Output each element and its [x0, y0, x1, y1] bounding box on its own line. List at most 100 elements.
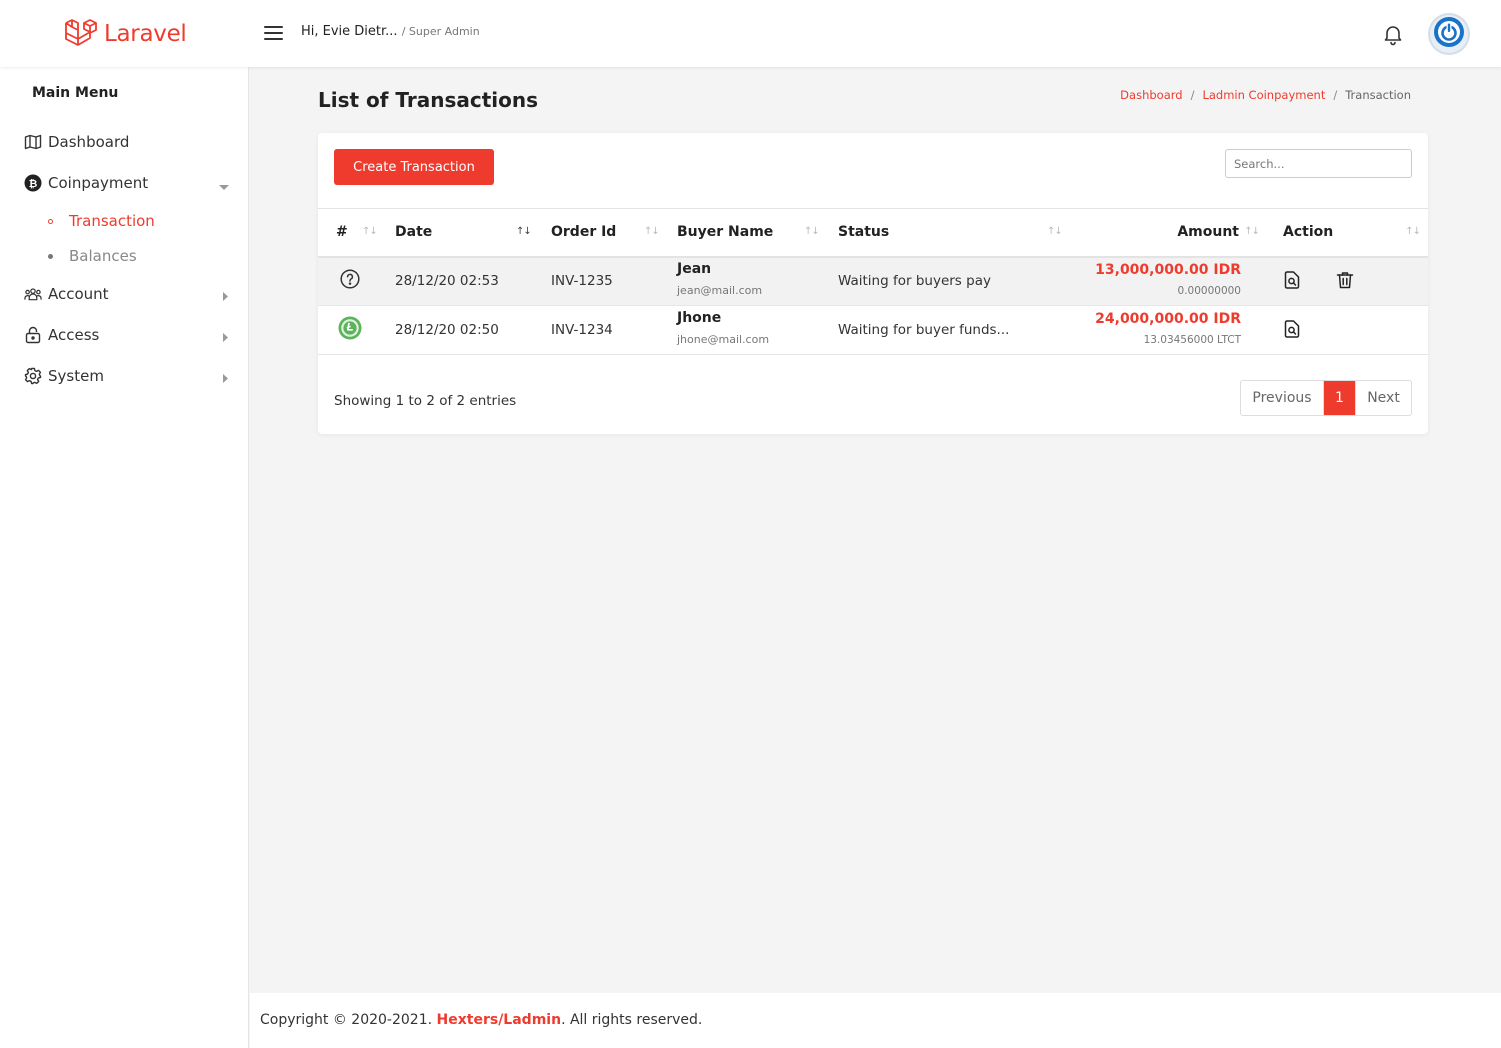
- column-label: Buyer Name: [677, 224, 774, 241]
- copyright-suffix: . All rights reserved.: [561, 1012, 703, 1028]
- buyer-email: jean@mail.com: [677, 284, 763, 298]
- question-circle-icon: [340, 269, 360, 293]
- view-detail-icon[interactable]: [1280, 317, 1304, 341]
- amount-cell: 13,000,000.00 IDR 0.00000000: [1066, 257, 1265, 306]
- sidebar-item-label: Account: [48, 285, 109, 303]
- sidebar-item-coinpayment[interactable]: ₿ Coinpayment: [24, 171, 229, 195]
- breadcrumb-separator: /: [1190, 88, 1195, 102]
- breadcrumb-current: Transaction: [1345, 88, 1411, 102]
- table-info: Showing 1 to 2 of 2 entries: [334, 393, 517, 409]
- buyer-cell: Jean jean@mail.com: [661, 257, 822, 306]
- trash-icon[interactable]: [1333, 268, 1357, 292]
- amount-fiat: 24,000,000.00 IDR: [1095, 310, 1241, 327]
- column-header-number[interactable]: # ↑↓: [318, 209, 379, 257]
- svg-text:₿: ₿: [29, 178, 38, 190]
- sort-desc-icon: ↑↓: [516, 226, 532, 237]
- brand-name: Laravel: [104, 21, 187, 47]
- column-label: Amount: [1177, 224, 1239, 241]
- sidebar-subitem-label: Transaction: [69, 212, 155, 230]
- footer-brand-link[interactable]: Hexters/Ladmin: [437, 1012, 562, 1028]
- hamburger-icon[interactable]: [264, 25, 283, 41]
- column-label: Order Id: [551, 224, 617, 241]
- sort-icon: ↑↓: [644, 226, 660, 237]
- breadcrumb-ladmin-coinpayment[interactable]: Ladmin Coinpayment: [1202, 88, 1325, 102]
- top-navbar: Laravel Hi, Evie Dietr... / Super Admin: [0, 0, 1501, 67]
- column-header-action[interactable]: Action ↑↓: [1265, 209, 1428, 257]
- next-page-button[interactable]: Next: [1355, 381, 1411, 415]
- amount-crypto: 0.00000000: [1177, 284, 1241, 297]
- caret-down-icon: [219, 179, 229, 195]
- column-label: #: [336, 224, 348, 241]
- column-label: Action: [1283, 224, 1334, 241]
- action-cell: [1265, 306, 1428, 355]
- amount-crypto: 13.03456000 LTCT: [1143, 333, 1241, 346]
- transaction-status: Waiting for buyer funds...: [838, 322, 1010, 338]
- search-input[interactable]: [1225, 149, 1412, 178]
- transaction-order-id: INV-1234: [551, 322, 613, 338]
- users-icon: [24, 285, 42, 303]
- view-detail-icon[interactable]: [1280, 268, 1304, 292]
- column-header-buyer-name[interactable]: Buyer Name ↑↓: [661, 209, 822, 257]
- sidebar-subitem-label: Balances: [69, 247, 137, 265]
- page-1-button[interactable]: 1: [1324, 381, 1355, 415]
- brand-logo[interactable]: Laravel: [63, 15, 187, 53]
- sidebar-item-label: Dashboard: [48, 133, 130, 151]
- user-role: / Super Admin: [401, 25, 480, 38]
- litecoin-icon: [338, 316, 362, 344]
- buyer-name: Jean: [677, 261, 712, 278]
- page-title: List of Transactions: [318, 88, 539, 112]
- active-dot-icon: [48, 218, 53, 224]
- buyer-name: Jhone: [677, 310, 722, 326]
- sort-icon: ↑↓: [1244, 226, 1260, 237]
- greeting-text: Hi, Evie Dietr...: [301, 24, 398, 39]
- sidebar-item-label: Access: [48, 326, 100, 344]
- sidebar-item-access[interactable]: Access: [24, 323, 229, 347]
- sidebar-item-dashboard[interactable]: Dashboard: [24, 130, 229, 154]
- sort-icon: ↑↓: [362, 226, 378, 237]
- buyer-email: jhone@mail.com: [677, 333, 770, 346]
- transaction-status: Waiting for buyers pay: [838, 273, 991, 290]
- previous-page-button[interactable]: Previous: [1241, 381, 1324, 415]
- amount-fiat: 13,000,000.00 IDR: [1095, 261, 1241, 278]
- sidebar-item-system[interactable]: System: [24, 364, 229, 388]
- breadcrumb-dashboard[interactable]: Dashboard: [1120, 88, 1182, 102]
- map-icon: [24, 133, 42, 151]
- sidebar-item-label: System: [48, 367, 104, 385]
- power-icon: [1433, 16, 1465, 52]
- sort-icon: ↑↓: [1405, 226, 1421, 237]
- table-row: 28/12/20 02:53 INV-1235 Jean jean@mail.c…: [318, 256, 1428, 306]
- column-header-date[interactable]: Date ↑↓: [379, 209, 535, 257]
- sidebar-item-label: Coinpayment: [48, 174, 149, 192]
- buyer-cell: Jhone jhone@mail.com: [661, 306, 822, 355]
- table-row: 28/12/20 02:50 INV-1234 Jhone jhone@mail…: [318, 306, 1428, 355]
- transaction-date: 28/12/20 02:50: [395, 322, 499, 338]
- laravel-logo-icon: [63, 15, 97, 53]
- column-header-order-id[interactable]: Order Id ↑↓: [535, 209, 661, 257]
- sidebar-subitem-transaction[interactable]: Transaction: [48, 210, 155, 232]
- gear-icon: [24, 367, 42, 385]
- create-transaction-button[interactable]: Create Transaction: [334, 149, 494, 185]
- lock-icon: [24, 326, 42, 344]
- column-header-amount[interactable]: Amount ↑↓: [1066, 209, 1265, 257]
- sidebar-subitem-balances[interactable]: Balances: [48, 245, 137, 267]
- bullet-dot-icon: [48, 253, 53, 259]
- sidebar-item-account[interactable]: Account: [24, 282, 229, 306]
- action-cell: [1265, 257, 1428, 306]
- pagination: Previous 1 Next: [1240, 380, 1412, 416]
- column-label: Status: [838, 224, 890, 241]
- caret-right-icon: [223, 330, 229, 346]
- bell-icon[interactable]: [1381, 22, 1405, 46]
- breadcrumb: Dashboard / Ladmin Coinpayment / Transac…: [1120, 88, 1411, 102]
- copyright-prefix: Copyright © 2020-2021.: [260, 1012, 433, 1028]
- transaction-order-id: INV-1235: [551, 273, 613, 290]
- sidebar: Main Menu Dashboard ₿ Coinpayment Transa…: [0, 67, 249, 1048]
- sort-icon: ↑↓: [1047, 226, 1063, 237]
- transaction-date: 28/12/20 02:53: [395, 273, 499, 290]
- transactions-card: Create Transaction # ↑↓ Date ↑↓ Order Id…: [318, 133, 1428, 434]
- page-footer: Copyright © 2020-2021. Hexters/Ladmin. A…: [250, 993, 1501, 1048]
- column-header-status[interactable]: Status ↑↓: [822, 209, 1066, 257]
- column-label: Date: [395, 224, 433, 241]
- table-header-row: # ↑↓ Date ↑↓ Order Id ↑↓ Buyer Name ↑↓ S…: [318, 208, 1428, 257]
- user-avatar[interactable]: [1430, 15, 1468, 53]
- sidebar-title: Main Menu: [32, 85, 119, 101]
